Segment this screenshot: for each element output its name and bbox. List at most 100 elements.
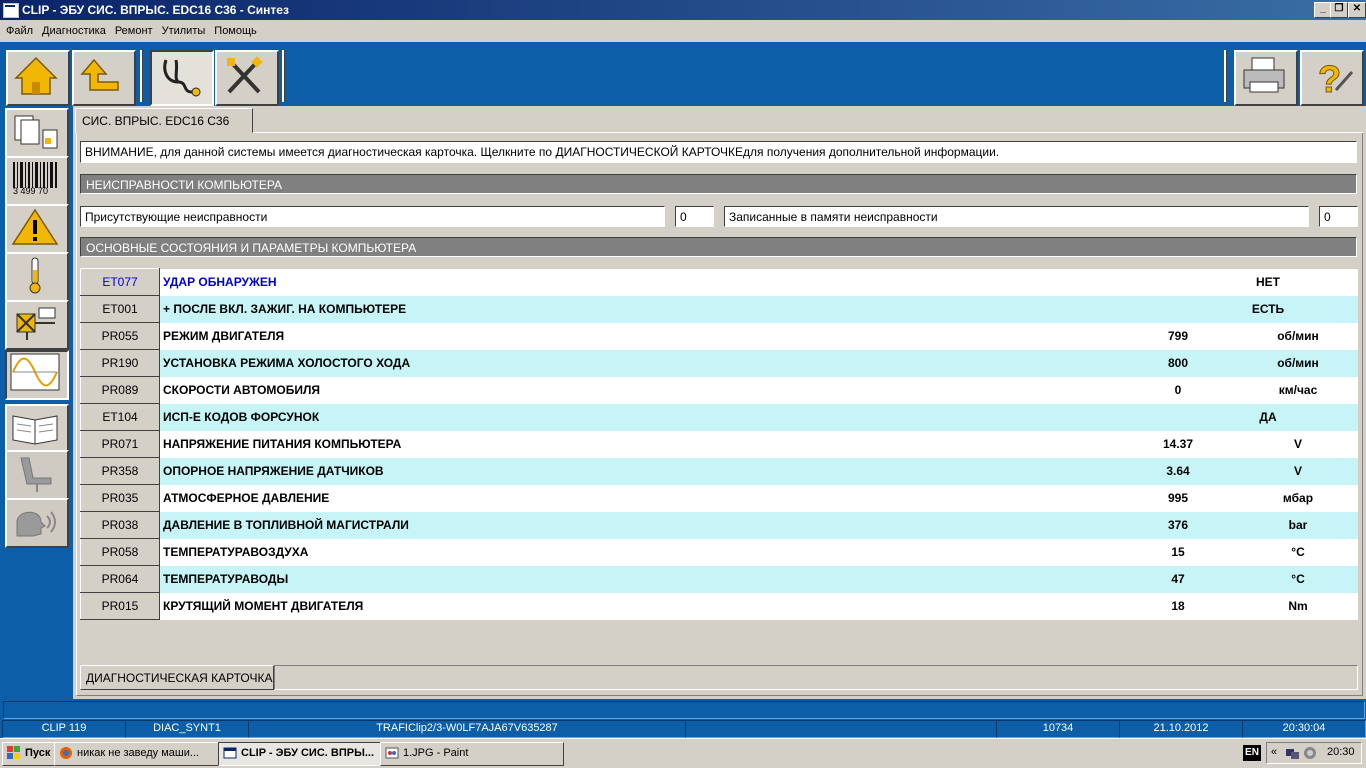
menu-help[interactable]: Помощь bbox=[214, 20, 257, 42]
parameter-code-button[interactable]: ET077 bbox=[80, 268, 160, 296]
parameter-code-button[interactable]: PR035 bbox=[80, 484, 160, 512]
toolbar-separator bbox=[282, 50, 285, 102]
print-button[interactable] bbox=[1234, 50, 1298, 106]
tray-expand-icon[interactable]: « bbox=[1271, 746, 1277, 758]
sidebar-parameters-button[interactable] bbox=[5, 252, 69, 302]
close-button[interactable]: ✕ bbox=[1348, 2, 1366, 18]
parameter-name: ДАВЛЕНИЕ В ТОПЛИВНОЙ МАГИСТРАЛИ bbox=[159, 511, 1118, 539]
printer-icon bbox=[1243, 57, 1285, 93]
table-row: PR071 НАПРЯЖЕНИЕ ПИТАНИЯ КОМПЬЮТЕРА 14.37 V bbox=[80, 430, 1358, 458]
windows-logo-icon bbox=[7, 746, 20, 759]
parameter-code-button[interactable]: PR055 bbox=[80, 322, 160, 350]
parameter-code-button[interactable]: ET104 bbox=[80, 403, 160, 431]
table-row: PR055 РЕЖИМ ДВИГАТЕЛЯ 799 об/мин bbox=[80, 322, 1358, 350]
parameter-status: НЕТ bbox=[1118, 268, 1358, 296]
taskbar-clock[interactable]: 20:30 bbox=[1327, 746, 1355, 758]
taskbar-item-label: никак не заведу маши... bbox=[77, 747, 200, 759]
parameter-code-button[interactable]: PR071 bbox=[80, 430, 160, 458]
status-version: CLIP 119 bbox=[2, 720, 126, 738]
thermometer-icon bbox=[29, 257, 41, 294]
parameter-name: ИСП-Е КОДОВ ФОРСУНОК bbox=[159, 403, 1118, 431]
svg-text:?: ? bbox=[1318, 59, 1341, 100]
tools-icon bbox=[227, 56, 263, 94]
parameter-name: СКОРОСТИ АВТОМОБИЛЯ bbox=[159, 376, 1118, 404]
volume-icon[interactable] bbox=[1303, 746, 1317, 760]
sidebar-oscilloscope-button[interactable] bbox=[5, 350, 69, 400]
app-icon bbox=[3, 3, 19, 18]
parameters-section-header: ОСНОВНЫЕ СОСТОЯНИЯ И ПАРАМЕТРЫ КОМПЬЮТЕР… bbox=[80, 237, 1357, 257]
tab-ecu[interactable]: СИС. ВПРЫС. EDC16 C36 bbox=[75, 108, 253, 133]
table-row: PR058 ТЕМПЕРАТУРАВОЗДУХА 15 °C bbox=[80, 538, 1358, 566]
voice-icon bbox=[16, 511, 56, 537]
warning-icon bbox=[11, 208, 59, 245]
home-button[interactable] bbox=[6, 50, 70, 106]
menu-utilities[interactable]: Утилиты bbox=[162, 20, 206, 42]
parameter-unit: Nm bbox=[1238, 592, 1358, 620]
status-vehicle: TRAFIClip2/3-W0LF7AJA67V635287 bbox=[248, 720, 686, 738]
parameter-unit: V bbox=[1238, 457, 1358, 485]
diagnostic-card-button[interactable]: ДИАГНОСТИЧЕСКАЯ КАРТОЧКА bbox=[80, 665, 274, 690]
parameter-value: 47 bbox=[1118, 565, 1238, 593]
parameter-value: 14.37 bbox=[1118, 430, 1238, 458]
parameter-code-button[interactable]: PR015 bbox=[80, 592, 160, 620]
tab-border bbox=[253, 132, 1363, 133]
taskbar: Пуск никак не заведу маши... CLIP - ЭБУ … bbox=[0, 738, 1366, 768]
help-button[interactable]: ? bbox=[1300, 50, 1364, 106]
parameter-value: 800 bbox=[1118, 349, 1238, 377]
documents-icon bbox=[14, 115, 58, 149]
parameter-unit: bar bbox=[1238, 511, 1358, 539]
parameter-unit: км/час bbox=[1238, 376, 1358, 404]
menu-bar: Файл Диагностика Ремонт Утилиты Помощь bbox=[0, 20, 1366, 42]
toolbar-separator bbox=[1224, 50, 1227, 102]
table-row: PR190 УСТАНОВКА РЕЖИМА ХОЛОСТОГО ХОДА 800 о… bbox=[80, 349, 1358, 377]
parameter-code-button[interactable]: PR038 bbox=[80, 511, 160, 539]
status-time: 20:30:04 bbox=[1242, 720, 1366, 738]
actuator-icon bbox=[16, 307, 56, 340]
title-bar: CLIP - ЭБУ СИС. ВПРЫС. EDC16 C36 - Синте… bbox=[0, 0, 1366, 20]
diagnostics-button[interactable] bbox=[150, 50, 214, 106]
diagnostic-card-notice: ВНИМАНИЕ, для данной системы имеется диа… bbox=[80, 141, 1357, 163]
menu-file[interactable]: Файл bbox=[6, 20, 33, 42]
status-mode: DIAC_SYNT1 bbox=[125, 720, 249, 738]
language-indicator[interactable]: EN bbox=[1243, 745, 1261, 761]
system-tray: « 20:30 bbox=[1266, 742, 1362, 764]
table-row: PR035 АТМОСФЕРНОЕ ДАВЛЕНИЕ 995 мбар bbox=[80, 484, 1358, 512]
parameter-name: КРУТЯЩИЙ МОМЕНТ ДВИГАТЕЛЯ bbox=[159, 592, 1118, 620]
parameter-value: 376 bbox=[1118, 511, 1238, 539]
sidebar-documents-button[interactable] bbox=[5, 108, 69, 158]
menu-diagnostics[interactable]: Диагностика bbox=[42, 20, 106, 42]
table-row: PR089 СКОРОСТИ АВТОМОБИЛЯ 0 км/час bbox=[80, 376, 1358, 404]
network-icon[interactable] bbox=[1285, 746, 1301, 760]
sidebar-actuators-button[interactable] bbox=[5, 300, 69, 350]
sidebar-seat-button[interactable] bbox=[5, 450, 69, 500]
parameter-unit: об/мин bbox=[1238, 322, 1358, 350]
status-date: 21.10.2012 bbox=[1119, 720, 1243, 738]
parameter-name: ОПОРНОЕ НАПРЯЖЕНИЕ ДАТЧИКОВ bbox=[159, 457, 1118, 485]
taskbar-item-paint[interactable]: 1.JPG - Paint bbox=[380, 742, 564, 766]
sidebar-vin-button[interactable]: 3 499 70 bbox=[5, 156, 69, 206]
sidebar-documentation-button[interactable] bbox=[5, 404, 69, 454]
parameter-code-button[interactable]: PR358 bbox=[80, 457, 160, 485]
taskbar-item-label: CLIP - ЭБУ СИС. ВПРЫ... bbox=[241, 747, 375, 759]
parameter-value: 995 bbox=[1118, 484, 1238, 512]
taskbar-item-browser[interactable]: никак не заведу маши... bbox=[54, 742, 238, 766]
firefox-icon bbox=[60, 747, 72, 759]
parameters-table: ET077 УДАР ОБНАРУЖЕН НЕТ ET001 + ПОСЛЕ ВКЛ. … bbox=[80, 268, 1358, 620]
parameter-code-button[interactable]: PR190 bbox=[80, 349, 160, 377]
repair-tools-button[interactable] bbox=[215, 50, 279, 106]
status-code: 10734 bbox=[996, 720, 1120, 738]
sidebar-faults-button[interactable] bbox=[5, 204, 69, 254]
parameter-unit: об/мин bbox=[1238, 349, 1358, 377]
restore-button[interactable]: ❐ bbox=[1330, 2, 1348, 18]
taskbar-item-clip[interactable]: CLIP - ЭБУ СИС. ВПРЫ... bbox=[218, 742, 400, 766]
parameter-code-button[interactable]: PR064 bbox=[80, 565, 160, 593]
table-row: PR015 КРУТЯЩИЙ МОМЕНТ ДВИГАТЕЛЯ 18 Nm bbox=[80, 592, 1358, 620]
up-level-button[interactable] bbox=[72, 50, 136, 106]
status-bar: CLIP 119 DIAC_SYNT1 TRAFIClip2/3-W0LF7AJ… bbox=[0, 719, 1366, 738]
menu-repair[interactable]: Ремонт bbox=[115, 20, 153, 42]
message-strip bbox=[0, 699, 1366, 719]
parameter-code-button[interactable]: ET001 bbox=[80, 295, 160, 323]
sidebar-voice-button[interactable] bbox=[5, 498, 69, 548]
parameter-code-button[interactable]: PR058 bbox=[80, 538, 160, 566]
parameter-code-button[interactable]: PR089 bbox=[80, 376, 160, 404]
